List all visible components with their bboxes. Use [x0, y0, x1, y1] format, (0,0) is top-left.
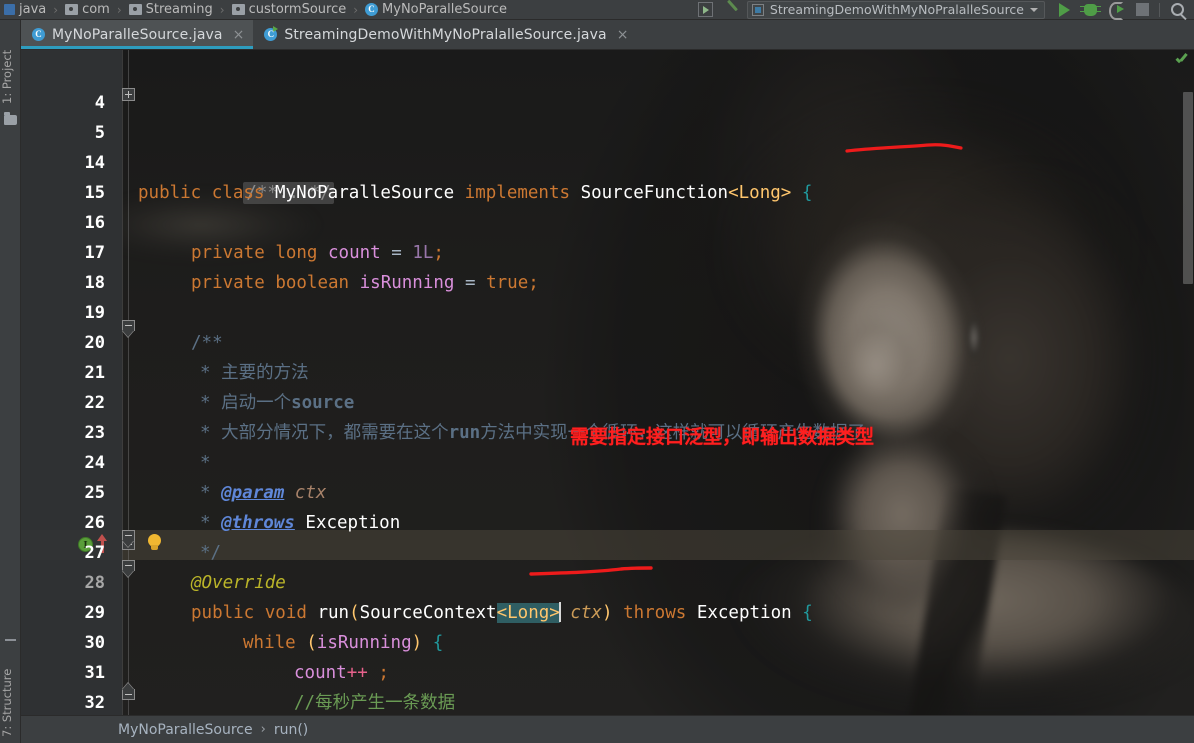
tool-window-button-project[interactable]: 1: Project	[0, 24, 21, 104]
code-line: 21 * 启动一个source	[21, 328, 1194, 413]
stop-icon	[1135, 3, 1149, 16]
code-line: 17 private boolean isRunning = true;	[21, 208, 1194, 293]
breadcrumb-method[interactable]: run()	[274, 722, 308, 738]
breadcrumb: java › com › Streaming › custormSource ›…	[0, 0, 509, 20]
code-line: 15	[21, 148, 1194, 203]
tab-label: MyNoParalleSource.java	[52, 26, 223, 43]
editor-tab-bar: MyNoParalleSource.java × StreamingDemoWi…	[21, 20, 1194, 50]
run-with-coverage-button[interactable]	[1103, 0, 1129, 20]
bug-icon	[1079, 3, 1101, 16]
debug-button[interactable]	[1077, 0, 1103, 20]
code-line: 33 }	[21, 688, 1194, 715]
hammer-icon	[723, 1, 741, 19]
breadcrumb-separator: ›	[219, 2, 225, 17]
navigation-bar: java › com › Streaming › custormSource ›…	[0, 0, 1194, 20]
code-line: 5 /**...*/	[21, 88, 1194, 204]
breadcrumb-label: com	[82, 1, 110, 17]
tab-label: StreamingDemoWithMyNoPralalleSource.java	[284, 26, 607, 43]
red-note-annotation: 需要指定接口泛型，即输出数据类型	[570, 426, 875, 448]
red-underline-annotation-2	[529, 562, 659, 580]
breadcrumb-separator: ›	[116, 2, 122, 17]
code-area[interactable]: 4 5 /**...*/ 14 public class MyNoParalle…	[21, 50, 1194, 715]
coverage-icon	[1108, 2, 1124, 20]
class-runnable-icon	[264, 26, 279, 41]
code-line: 19 /**	[21, 268, 1194, 353]
breadcrumb-label: java	[19, 1, 47, 17]
search-icon	[1170, 3, 1184, 16]
breadcrumb-item-java[interactable]: java	[2, 0, 48, 20]
stop-button[interactable]	[1129, 0, 1155, 20]
left-tool-window-strip: 1: Project 7: Structure	[0, 20, 21, 743]
breadcrumb-separator: ›	[353, 2, 359, 17]
code-line: 30 count++ ;	[21, 598, 1194, 683]
tool-window-button-structure[interactable]: 7: Structure	[0, 653, 21, 737]
run-config-name: StreamingDemoWithMyNoPralalleSource	[769, 2, 1024, 17]
breadcrumb-item-class[interactable]: MyNoParalleSource	[363, 0, 509, 20]
breadcrumb-separator: ›	[260, 722, 266, 737]
editor-tab-mynoparallesource[interactable]: MyNoParalleSource.java ×	[21, 20, 254, 49]
build-icon	[698, 2, 714, 17]
code-line: 32 Thread.sleep( millis:1000);	[21, 658, 1194, 713]
play-icon	[1058, 2, 1070, 17]
editor-scrollbar[interactable]	[1181, 50, 1194, 715]
breadcrumb-label: Streaming	[145, 1, 213, 17]
close-icon[interactable]: ×	[233, 28, 245, 42]
code-editor[interactable]: 4 5 /**...*/ 14 public class MyNoParalle…	[21, 50, 1194, 715]
class-icon	[365, 3, 379, 16]
code-line: 18	[21, 238, 1194, 293]
breadcrumb-item-com[interactable]: com	[63, 0, 112, 20]
breadcrumb-item-customsource[interactable]: custormSource	[230, 0, 349, 20]
editor-tab-streamingdemo[interactable]: StreamingDemoWithMyNoPralalleSource.java…	[253, 20, 637, 49]
run-configuration-selector[interactable]: StreamingDemoWithMyNoPralalleSource	[746, 0, 1045, 19]
code-line: 26 */	[21, 478, 1194, 563]
code-line: 16 private long count = 1L;	[21, 178, 1194, 263]
module-icon	[4, 4, 15, 15]
close-icon[interactable]: ×	[617, 28, 629, 42]
code-line: 25 * @throws Exception	[21, 448, 1194, 533]
collapse-icon[interactable]	[5, 634, 16, 645]
code-line: 20 * 主要的方法	[21, 298, 1194, 383]
scrollbar-thumb[interactable]	[1183, 92, 1193, 284]
chevron-down-icon	[1030, 7, 1038, 12]
search-everywhere-button[interactable]	[1164, 0, 1190, 20]
code-line: 22 * 大部分情况下，都需要在这个run方法中实现一个循环，这样就可以循环产生…	[21, 358, 1194, 443]
build-project-button[interactable]	[693, 0, 719, 20]
code-line: 27 @Override	[21, 508, 1194, 593]
red-underline-annotation-1	[845, 141, 965, 157]
code-line: 14 public class MyNoParalleSource implem…	[21, 118, 1194, 203]
code-line: 31 //每秒产生一条数据	[21, 628, 1194, 713]
idea-window: java › com › Streaming › custormSource ›…	[0, 0, 1194, 743]
package-icon	[128, 4, 142, 15]
breadcrumb-label: MyNoParalleSource	[382, 1, 508, 17]
code-line: 23 *	[21, 388, 1194, 473]
breadcrumb-separator: ›	[53, 2, 59, 17]
ok-check-icon[interactable]	[1176, 54, 1189, 65]
toolbar-divider	[1159, 2, 1160, 17]
main-toolbar: StreamingDemoWithMyNoPralalleSource	[693, 0, 1194, 20]
run-button[interactable]	[1051, 0, 1077, 20]
package-icon	[65, 4, 79, 15]
package-icon	[231, 4, 245, 15]
code-line: 4	[21, 58, 1194, 113]
breadcrumb-item-streaming[interactable]: Streaming	[127, 0, 215, 20]
folder-icon[interactable]	[4, 112, 17, 125]
run-config-icon	[751, 3, 764, 16]
class-icon	[32, 28, 45, 41]
breadcrumb-label: custormSource	[248, 1, 347, 17]
breadcrumb-class[interactable]: MyNoParalleSource	[118, 722, 253, 738]
make-module-button[interactable]	[719, 0, 745, 20]
editor-breadcrumb-bar: MyNoParalleSource › run()	[21, 715, 1194, 743]
